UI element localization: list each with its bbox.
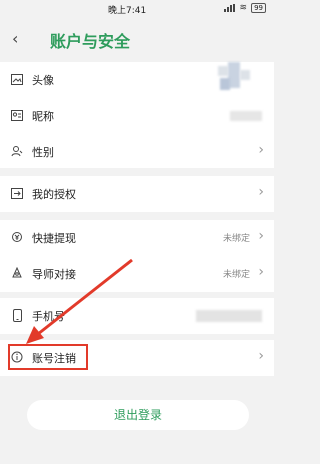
annotation-arrow (26, 258, 133, 344)
